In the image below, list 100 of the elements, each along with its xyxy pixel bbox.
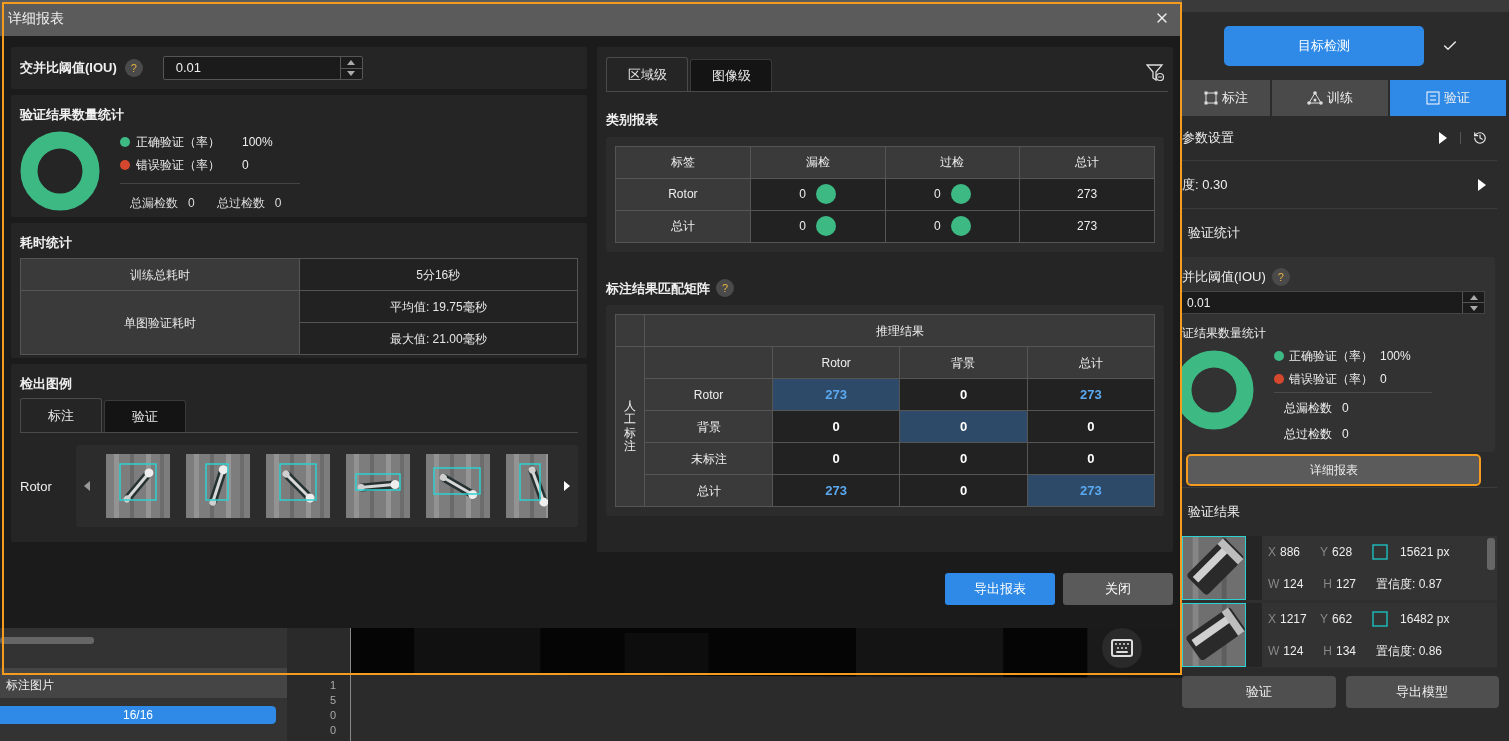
- tab[interactable]: 标注: [20, 398, 102, 433]
- action-button[interactable]: 验证: [1182, 676, 1336, 708]
- step-tab[interactable]: 标注: [1182, 80, 1270, 116]
- keyboard-icon: [1110, 636, 1134, 660]
- arrow-down-icon[interactable]: [347, 71, 356, 77]
- table-cell: 最大值: 21.00毫秒: [299, 323, 577, 355]
- input-value: 0.01: [174, 59, 203, 78]
- column-header: 漏检: [750, 146, 885, 178]
- ruler-number: 0: [329, 723, 336, 738]
- row-header: Rotor: [645, 379, 772, 410]
- ruler-number: 5: [329, 693, 336, 708]
- cell-value: 0: [832, 449, 840, 468]
- column-header: 总计: [1027, 347, 1154, 378]
- section-title: 类别报表: [606, 111, 659, 129]
- help-icon[interactable]: ?: [124, 59, 143, 78]
- table-header-cell: 训练总耗时: [21, 259, 299, 291]
- checklist-icon: [1426, 91, 1440, 105]
- table-cell: 273: [1020, 210, 1154, 242]
- coord-label: X: [1268, 611, 1276, 628]
- coord-value: 124: [1283, 643, 1305, 660]
- legend-label: 正确验证（率）: [1289, 347, 1374, 365]
- spinner-control[interactable]: [339, 57, 362, 80]
- cell-value: 273: [1079, 481, 1102, 500]
- scrollbar-thumb[interactable]: [0, 636, 94, 644]
- section-label: 验证结果: [1188, 503, 1240, 522]
- coord-label: Y: [1320, 611, 1329, 628]
- action-button[interactable]: 导出模型: [1345, 676, 1499, 708]
- arrow-up-icon[interactable]: [1469, 294, 1478, 300]
- coord-value: 886: [1280, 544, 1302, 561]
- list-label: 标注图片: [5, 677, 54, 694]
- help-icon[interactable]: ?: [716, 279, 734, 298]
- confidence-value: 置信度: 0.86: [1376, 643, 1443, 660]
- cell-value: 273: [825, 481, 847, 500]
- coord-label: H: [1323, 576, 1332, 593]
- box-icon: [1372, 611, 1389, 627]
- section-title: 验证结果数量统计: [20, 106, 125, 125]
- number-input[interactable]: 0.01: [162, 56, 363, 81]
- ruler-number: 0: [329, 708, 336, 723]
- cell-value: 0: [799, 186, 806, 203]
- coord-label: Y: [1320, 544, 1329, 561]
- column-header: Rotor: [773, 347, 900, 378]
- cell-value: 0: [934, 186, 941, 203]
- coord-label: W: [1268, 576, 1280, 593]
- arrow-up-icon[interactable]: [347, 59, 356, 65]
- result-item[interactable]: X 886 Y 628 15621 px W 124 H 127 置信度: 0.87: [1182, 536, 1497, 600]
- confidence-value: 置信度: 0.87: [1376, 576, 1443, 593]
- coord-value: 628: [1332, 544, 1354, 561]
- cell-value: 273: [825, 385, 847, 404]
- section-title: 耗时统计: [20, 233, 73, 252]
- mode-button[interactable]: 目标检测: [1223, 26, 1424, 66]
- total-label: 总漏检数: [130, 194, 178, 212]
- coord-value: 1217: [1280, 611, 1308, 628]
- list-header[interactable]: 标注图片: [0, 668, 287, 698]
- row-group-header: 人工标注: [616, 347, 644, 506]
- legend-value: 100%: [1380, 347, 1411, 365]
- history-icon[interactable]: [1473, 131, 1487, 145]
- cell-value: 0: [959, 481, 968, 500]
- step-tab[interactable]: 训练: [1272, 80, 1388, 116]
- cell-value: 0: [959, 449, 968, 468]
- close-button[interactable]: 关闭: [1063, 573, 1173, 605]
- tab[interactable]: 图像级: [690, 59, 772, 91]
- spinner-control[interactable]: [1462, 292, 1484, 313]
- scrollbar-thumb[interactable]: [1487, 538, 1495, 570]
- legend-label: 错误验证（率）: [136, 157, 221, 175]
- network-icon: [1307, 91, 1323, 105]
- tab[interactable]: 验证: [104, 400, 186, 433]
- total-value: 0: [1342, 426, 1349, 443]
- row-header: 背景: [645, 411, 772, 442]
- report-button[interactable]: 详细报表: [1188, 455, 1479, 484]
- filter-icon[interactable]: [1146, 64, 1164, 82]
- help-icon[interactable]: ?: [1271, 268, 1290, 286]
- cell-value: 0: [959, 417, 968, 436]
- row-header: 总计: [616, 210, 750, 242]
- progress-text: 16/16: [122, 707, 154, 724]
- play-icon[interactable]: [1477, 177, 1487, 192]
- area-value: 16482 px: [1400, 611, 1450, 628]
- arrow-left-icon[interactable]: [84, 481, 90, 492]
- total-value: 0: [1342, 400, 1349, 417]
- bounding-box-icon: [1204, 91, 1218, 105]
- total-label: 总过检数: [216, 194, 265, 212]
- column-group-header: 推理结果: [645, 315, 1154, 346]
- export-button[interactable]: 导出报表: [945, 573, 1055, 605]
- legend-value: 100%: [242, 134, 273, 152]
- cell-value: 0: [799, 218, 806, 235]
- arrow-down-icon[interactable]: [1469, 305, 1478, 311]
- total-label: 总漏检数: [1284, 400, 1332, 417]
- box-icon: [1372, 544, 1389, 560]
- coord-value: 662: [1332, 611, 1354, 628]
- tab[interactable]: 区域级: [606, 57, 688, 91]
- class-label: Rotor: [20, 477, 53, 496]
- column-header: 过检: [885, 146, 1020, 178]
- arrow-right-icon[interactable]: [564, 481, 570, 492]
- row-header: 总计: [645, 475, 772, 506]
- column-header: 总计: [1020, 146, 1154, 178]
- threshold-label: 度: 0.30: [1182, 175, 1229, 194]
- legend-label: 错误验证（率）: [1289, 370, 1374, 388]
- cell-value: 0: [1087, 449, 1095, 468]
- play-icon[interactable]: [1438, 131, 1448, 145]
- number-input[interactable]: 0.01: [1182, 291, 1485, 314]
- coord-value: 124: [1283, 576, 1305, 593]
